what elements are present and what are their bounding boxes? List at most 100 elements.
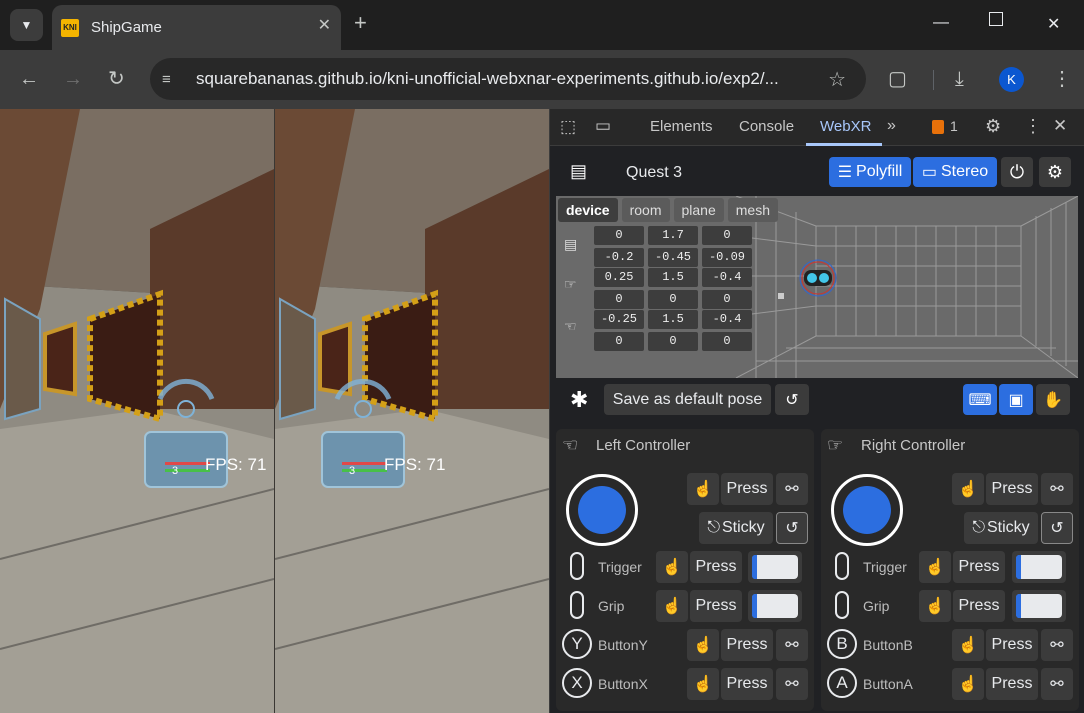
rot-y[interactable]: 0 xyxy=(648,332,698,351)
button-b-press-button[interactable]: Press xyxy=(986,629,1038,661)
button-x-lock-button[interactable]: ⚯ xyxy=(776,668,808,700)
rot-x[interactable]: 0 xyxy=(594,290,644,309)
thumbstick[interactable] xyxy=(831,474,903,546)
trigger-slider[interactable] xyxy=(748,551,802,583)
grip-press-button[interactable]: Press xyxy=(953,590,1005,622)
more-tabs-icon[interactable]: » xyxy=(887,117,896,135)
rot-z[interactable]: 0 xyxy=(702,290,752,309)
game-viewport[interactable]: FPS: 71 3 FPS: 71 3 xyxy=(0,109,549,713)
reset-stick-button[interactable]: ↺ xyxy=(1041,512,1073,544)
thumbstick-knob[interactable] xyxy=(843,486,891,534)
address-bar[interactable]: ≡ squarebananas.github.io/kni-unofficial… xyxy=(150,58,866,100)
browser-tab[interactable]: KNI ShipGame ✕ xyxy=(52,5,341,50)
window-close-button[interactable]: ✕ xyxy=(1047,14,1060,34)
rot-z[interactable]: 0 xyxy=(702,332,752,351)
pos-x[interactable]: 0 xyxy=(594,226,644,245)
pos-z[interactable]: -0.4 xyxy=(702,310,752,329)
button-y-lock-button[interactable]: ⚯ xyxy=(776,629,808,661)
reset-stick-button[interactable]: ↺ xyxy=(776,512,808,544)
power-button[interactable]: ⏻ xyxy=(1001,157,1033,187)
tab-webxr[interactable]: WebXR xyxy=(820,118,871,135)
save-default-pose-button[interactable]: Save as default pose xyxy=(604,384,771,415)
settings-gear-icon[interactable]: ⚙ xyxy=(985,116,1001,137)
grip-press-button[interactable]: Press xyxy=(690,590,742,622)
touch-button[interactable]: ☝ xyxy=(952,473,984,505)
tab-console[interactable]: Console xyxy=(739,118,794,135)
rot-x[interactable]: 0 xyxy=(594,332,644,351)
pos-z[interactable]: 0 xyxy=(702,226,752,245)
tab-plane[interactable]: plane xyxy=(673,198,724,222)
sticky-button[interactable]: ⎋ Sticky xyxy=(964,512,1038,544)
button-b-lock-button[interactable]: ⚯ xyxy=(1041,629,1073,661)
lock-button[interactable]: ⚯ xyxy=(1041,473,1073,505)
lock-button[interactable]: ⚯ xyxy=(776,473,808,505)
grip-touch-button[interactable]: ☝ xyxy=(919,590,951,622)
tab-search-button[interactable]: ▼ xyxy=(10,9,43,41)
extensions-icon[interactable]: ▢ xyxy=(888,69,907,89)
button-a-press-button[interactable]: Press xyxy=(986,668,1038,700)
thumbstick[interactable] xyxy=(566,474,638,546)
devtools-menu-icon[interactable]: ⋮ xyxy=(1024,116,1042,137)
button-a-touch-button[interactable]: ☝ xyxy=(952,668,984,700)
button-y-touch-button[interactable]: ☝ xyxy=(687,629,719,661)
tab-room[interactable]: room xyxy=(621,198,670,222)
menu-icon[interactable]: ⋮ xyxy=(1052,69,1072,89)
reload-button[interactable]: ↻ xyxy=(108,69,125,89)
hand-mode-button[interactable]: ✋ xyxy=(1036,384,1070,415)
tab-mesh[interactable]: mesh xyxy=(727,198,778,222)
stereo-button[interactable]: ▭ Stereo xyxy=(913,157,997,187)
pos-y[interactable]: 1.5 xyxy=(648,268,698,287)
thumbstick-press-button[interactable]: Press xyxy=(721,473,773,505)
tab-device[interactable]: device xyxy=(558,198,618,222)
pos-y[interactable]: 1.5 xyxy=(648,310,698,329)
keyboard-mode-button[interactable]: ⌨ xyxy=(963,384,997,415)
button-x-press-button[interactable]: Press xyxy=(721,668,773,700)
forward-button[interactable]: → xyxy=(63,69,83,89)
button-b-touch-button[interactable]: ☝ xyxy=(952,629,984,661)
button-x-touch-button[interactable]: ☝ xyxy=(687,668,719,700)
trigger-press-button[interactable]: Press xyxy=(690,551,742,583)
back-button[interactable]: ← xyxy=(19,69,39,89)
tab-elements[interactable]: Elements xyxy=(650,118,713,135)
devtools-close-icon[interactable]: ✕ xyxy=(1053,116,1067,136)
rot-y[interactable]: 0 xyxy=(648,290,698,309)
bookmark-star-icon[interactable]: ☆ xyxy=(828,67,846,92)
thumbstick-knob[interactable] xyxy=(578,486,626,534)
minimize-button[interactable]: — xyxy=(933,14,949,32)
trigger-touch-button[interactable]: ☝ xyxy=(919,551,951,583)
url-text[interactable]: squarebananas.github.io/kni-unofficial-w… xyxy=(196,69,806,89)
device-name[interactable]: Quest 3 xyxy=(626,164,682,182)
rot-y[interactable]: -0.45 xyxy=(648,248,698,267)
thumbstick-press-button[interactable]: Press xyxy=(986,473,1038,505)
button-y-press-button[interactable]: Press xyxy=(721,629,773,661)
trigger-touch-button[interactable]: ☝ xyxy=(656,551,688,583)
webxr-scene-view[interactable]: device room plane mesh ▤ 0 1.7 0 -0.2 -0… xyxy=(556,196,1078,378)
grip-touch-button[interactable]: ☝ xyxy=(656,590,688,622)
polyfill-button[interactable]: ☰ Polyfill xyxy=(829,157,911,187)
rot-x[interactable]: -0.2 xyxy=(594,248,644,267)
trigger-slider[interactable] xyxy=(1012,551,1066,583)
pos-z[interactable]: -0.4 xyxy=(702,268,752,287)
new-tab-button[interactable]: + xyxy=(354,12,367,34)
grip-slider[interactable] xyxy=(1012,590,1066,622)
reset-pose-button[interactable]: ↺ xyxy=(775,384,809,415)
trigger-press-button[interactable]: Press xyxy=(953,551,1005,583)
webxr-settings-button[interactable]: ⚙ xyxy=(1039,157,1071,187)
inspect-element-icon[interactable]: ⬚ xyxy=(560,117,576,137)
controller-mode-button[interactable]: ▣ xyxy=(999,384,1033,415)
downloads-icon[interactable]: ⤓ xyxy=(955,69,964,89)
pos-x[interactable]: -0.25 xyxy=(594,310,644,329)
button-a-lock-button[interactable]: ⚯ xyxy=(1041,668,1073,700)
touch-button[interactable]: ☝ xyxy=(687,473,719,505)
pos-x[interactable]: 0.25 xyxy=(594,268,644,287)
pos-y[interactable]: 1.7 xyxy=(648,226,698,245)
device-toolbar-icon[interactable]: ▭ xyxy=(595,116,611,136)
avatar[interactable]: K xyxy=(999,67,1024,92)
close-icon[interactable]: ✕ xyxy=(318,15,331,35)
issues-badge[interactable]: 1 xyxy=(932,118,958,135)
site-info-icon[interactable]: ≡ xyxy=(162,71,182,88)
rot-z[interactable]: -0.09 xyxy=(702,248,752,267)
maximize-button[interactable] xyxy=(989,12,1003,26)
sticky-button[interactable]: ⎋ Sticky xyxy=(699,512,773,544)
grip-slider[interactable] xyxy=(748,590,802,622)
